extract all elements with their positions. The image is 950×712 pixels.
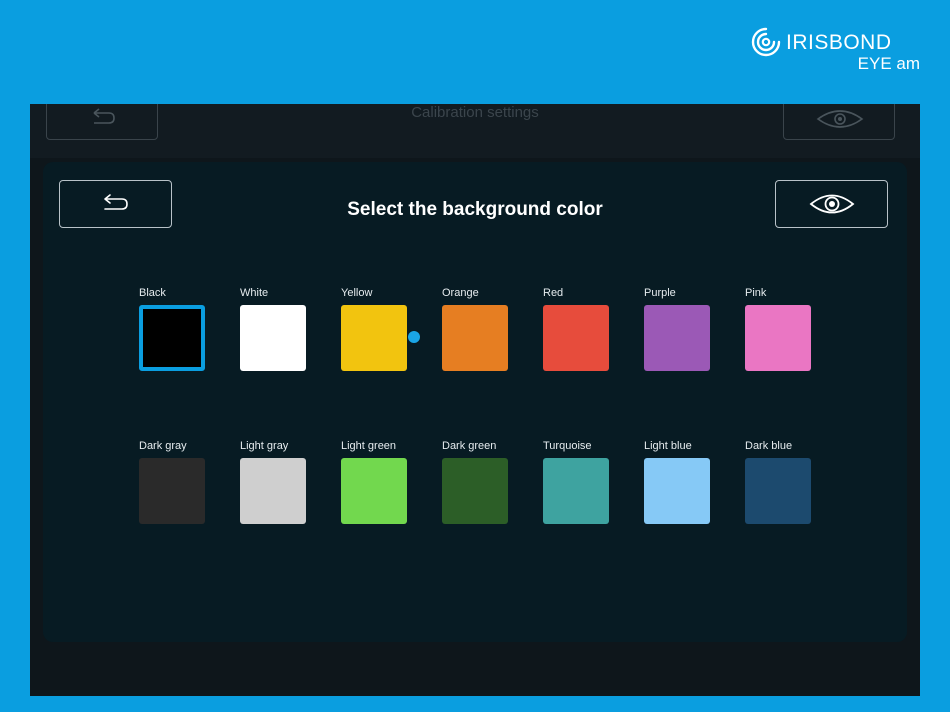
color-label: Dark blue xyxy=(745,440,793,452)
color-label: Black xyxy=(139,287,166,299)
color-option-white[interactable]: White xyxy=(240,286,306,371)
color-swatch[interactable] xyxy=(341,458,407,524)
color-picker-dialog: Select the background color Black White … xyxy=(43,162,907,642)
color-swatch[interactable] xyxy=(745,305,811,371)
brand-name: IRISBOND xyxy=(786,31,892,54)
color-label: Turquoise xyxy=(543,440,592,452)
background-header: Calibration settings xyxy=(30,104,920,158)
color-label: Light blue xyxy=(644,440,692,452)
color-option-turquoise[interactable]: Turquoise xyxy=(543,439,609,524)
color-option-dark-blue[interactable]: Dark blue xyxy=(745,439,811,524)
color-option-yellow[interactable]: Yellow xyxy=(341,286,407,371)
color-swatch[interactable] xyxy=(644,458,710,524)
color-swatch[interactable] xyxy=(543,458,609,524)
eye-toggle-button[interactable] xyxy=(775,180,888,228)
color-option-orange[interactable]: Orange xyxy=(442,286,508,371)
color-swatch[interactable] xyxy=(543,305,609,371)
gaze-pointer-dot xyxy=(408,331,420,343)
color-swatch[interactable] xyxy=(442,458,508,524)
color-option-black[interactable]: Black xyxy=(139,286,205,371)
color-swatch[interactable] xyxy=(442,305,508,371)
color-label: Yellow xyxy=(341,287,373,299)
eye-icon xyxy=(816,110,864,128)
color-swatch[interactable] xyxy=(240,458,306,524)
color-swatch[interactable] xyxy=(341,305,407,371)
color-label: Purple xyxy=(644,287,676,299)
color-label: Pink xyxy=(745,287,767,299)
color-option-purple[interactable]: Purple xyxy=(644,286,710,371)
eye-icon xyxy=(809,194,854,214)
color-label: Dark green xyxy=(442,440,497,452)
color-option-dark-green[interactable]: Dark green xyxy=(442,439,508,524)
color-label: Red xyxy=(543,287,564,299)
color-swatch[interactable] xyxy=(139,305,205,371)
color-option-red[interactable]: Red xyxy=(543,286,609,371)
app-screen: Calibration settings Select the backgrou… xyxy=(30,104,920,696)
color-swatch[interactable] xyxy=(745,458,811,524)
color-label: Light gray xyxy=(240,440,289,452)
color-option-light-blue[interactable]: Light blue xyxy=(644,439,710,524)
color-option-light-gray[interactable]: Light gray xyxy=(240,439,306,524)
color-swatch[interactable] xyxy=(644,305,710,371)
color-swatch[interactable] xyxy=(139,458,205,524)
irisbond-logo-icon xyxy=(751,27,781,57)
color-label: Orange xyxy=(442,287,479,299)
color-option-light-green[interactable]: Light green xyxy=(341,439,407,524)
color-label: Dark gray xyxy=(139,440,187,452)
brand-logo-block: IRISBOND EYE am xyxy=(750,24,920,74)
brand-subtitle: EYE am xyxy=(857,54,920,73)
color-swatch[interactable] xyxy=(240,305,306,371)
background-eye-button xyxy=(783,104,895,140)
color-label: Light green xyxy=(341,440,397,452)
color-option-pink[interactable]: Pink xyxy=(745,286,811,371)
color-option-dark-gray[interactable]: Dark gray xyxy=(139,439,205,524)
color-label: White xyxy=(240,287,269,299)
